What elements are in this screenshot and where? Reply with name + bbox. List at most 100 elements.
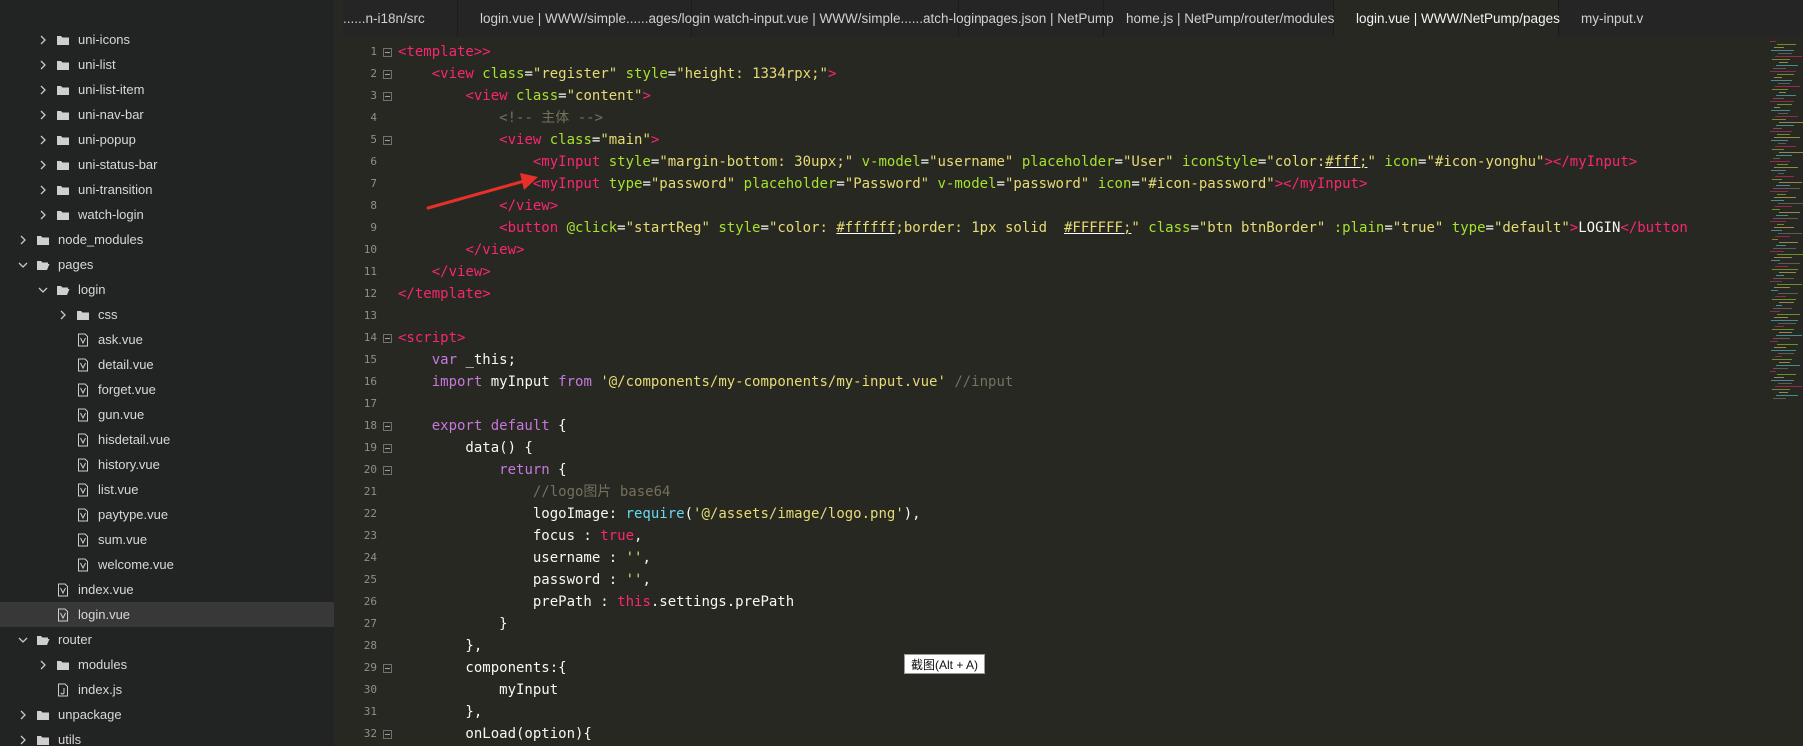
chevron-right-icon[interactable] — [38, 660, 48, 670]
fold-toggle-icon[interactable] — [383, 70, 392, 79]
screenshot-tooltip: 截图(Alt + A) — [904, 654, 986, 674]
sidebar-item-gun-vue[interactable]: gun.vue — [0, 402, 334, 427]
sidebar-item-uni-transition[interactable]: uni-transition — [0, 177, 334, 202]
chevron-right-icon[interactable] — [38, 110, 48, 120]
chevron-right-icon[interactable] — [38, 60, 48, 70]
sidebar-item-ask-vue[interactable]: ask.vue — [0, 327, 334, 352]
chevron-right-icon[interactable] — [38, 35, 48, 45]
code-editor[interactable]: <template>> <view class="register" style… — [398, 37, 1768, 746]
chevron-right-icon[interactable] — [58, 310, 68, 320]
code-line[interactable]: prePath : this.settings.prePath — [398, 591, 794, 613]
editor-tab[interactable]: my-input.v — [1559, 0, 1803, 37]
code-line[interactable]: </template> — [398, 283, 491, 305]
sidebar-item-uni-icons[interactable]: uni-icons — [0, 27, 334, 52]
sidebar-item-label: login.vue — [78, 607, 131, 622]
sidebar-item-css[interactable]: css — [0, 302, 334, 327]
code-line[interactable]: <view class="main"> — [398, 129, 659, 151]
chevron-right-icon[interactable] — [38, 210, 48, 220]
code-line[interactable]: <view class="register" style="height: 13… — [398, 63, 837, 85]
code-line[interactable]: export default { — [398, 415, 567, 437]
fold-toggle-icon[interactable] — [383, 92, 392, 101]
chevron-right-icon[interactable] — [18, 710, 28, 720]
sidebar-item-unpackage[interactable]: unpackage — [0, 702, 334, 727]
chevron-down-icon[interactable] — [38, 285, 48, 295]
sidebar-item-welcome-vue[interactable]: welcome.vue — [0, 552, 334, 577]
fold-toggle-icon[interactable] — [383, 136, 392, 145]
code-line[interactable]: var _this; — [398, 349, 516, 371]
sidebar-item-utils[interactable]: utils — [0, 727, 334, 746]
chevron-down-icon[interactable] — [18, 635, 28, 645]
sidebar-item-login-vue[interactable]: login.vue — [0, 602, 334, 627]
sidebar-item-router[interactable]: router — [0, 627, 334, 652]
code-line[interactable]: //logo图片 base64 — [398, 481, 671, 503]
code-line[interactable]: </view> — [398, 239, 524, 261]
fold-toggle-icon[interactable] — [383, 334, 392, 343]
code-line[interactable]: <view class="content"> — [398, 85, 650, 107]
code-line[interactable]: <button @click="startReg" style="color: … — [398, 217, 1688, 239]
fold-toggle-icon[interactable] — [383, 730, 392, 739]
code-line[interactable]: components:{ — [398, 657, 566, 679]
fold-toggle-icon[interactable] — [383, 466, 392, 475]
sidebar-item-modules[interactable]: modules — [0, 652, 334, 677]
code-line[interactable]: }, — [398, 701, 482, 723]
minimap-line — [1775, 356, 1782, 357]
sidebar-item-forget-vue[interactable]: forget.vue — [0, 377, 334, 402]
code-line[interactable]: }, — [398, 635, 482, 657]
sidebar-item-index-vue[interactable]: index.vue — [0, 577, 334, 602]
sidebar-item-uni-nav-bar[interactable]: uni-nav-bar — [0, 102, 334, 127]
editor-tab[interactable]: home.js | NetPump/router/modules — [1104, 0, 1334, 37]
chevron-right-icon[interactable] — [38, 85, 48, 95]
minimap-line — [1771, 230, 1782, 231]
code-line[interactable]: <myInput style="margin-bottom: 30upx;" v… — [398, 151, 1637, 173]
sidebar-item-pages[interactable]: pages — [0, 252, 334, 277]
code-line[interactable]: focus : true, — [398, 525, 643, 547]
editor-tab[interactable]: login.vue | WWW/NetPump/pages — [1334, 0, 1560, 37]
chevron-down-icon[interactable] — [18, 260, 28, 270]
code-line[interactable]: username : '', — [398, 547, 651, 569]
sidebar-item-history-vue[interactable]: history.vue — [0, 452, 334, 477]
minimap-line — [1779, 332, 1792, 333]
minimap[interactable] — [1768, 37, 1803, 746]
code-line[interactable]: return { — [398, 459, 566, 481]
editor-tab[interactable]: pages.json | NetPump — [959, 0, 1114, 37]
sidebar-item-watch-login[interactable]: watch-login — [0, 202, 334, 227]
code-line[interactable]: import myInput from '@/components/my-com… — [398, 371, 1014, 393]
fold-toggle-icon[interactable] — [383, 664, 392, 673]
code-line[interactable]: <script> — [398, 327, 465, 349]
sidebar-item-sum-vue[interactable]: sum.vue — [0, 527, 334, 552]
sidebar-item-hisdetail-vue[interactable]: hisdetail.vue — [0, 427, 334, 452]
sidebar-item-uni-status-bar[interactable]: uni-status-bar — [0, 152, 334, 177]
code-line[interactable]: } — [398, 613, 507, 635]
code-line[interactable]: data() { — [398, 437, 532, 459]
sidebar-item-node-modules[interactable]: node_modules — [0, 227, 334, 252]
code-line[interactable]: password : '', — [398, 569, 651, 591]
sidebar-item-index-js[interactable]: index.js — [0, 677, 334, 702]
code-line[interactable]: <!-- 主体 --> — [398, 107, 603, 129]
code-line[interactable]: <template>> — [398, 41, 491, 63]
sidebar-item-uni-list-item[interactable]: uni-list-item — [0, 77, 334, 102]
fold-toggle-icon[interactable] — [383, 422, 392, 431]
sidebar-item-login[interactable]: login — [0, 277, 334, 302]
fold-toggle-icon[interactable] — [383, 444, 392, 453]
chevron-right-icon[interactable] — [18, 235, 28, 245]
sidebar-item-uni-list[interactable]: uni-list — [0, 52, 334, 77]
sidebar-item-detail-vue[interactable]: detail.vue — [0, 352, 334, 377]
code-line[interactable]: logoImage: require('@/assets/image/logo.… — [398, 503, 921, 525]
sidebar-item-label: node_modules — [58, 232, 144, 247]
minimap-line — [1771, 350, 1796, 351]
code-line[interactable]: </view> — [398, 261, 491, 283]
sidebar-item-list-vue[interactable]: list.vue — [0, 477, 334, 502]
editor-tab[interactable]: ......n-i18n/src — [343, 0, 458, 37]
chevron-right-icon[interactable] — [18, 735, 28, 745]
chevron-right-icon[interactable] — [38, 160, 48, 170]
editor-tab[interactable]: login.vue | WWW/simple......ages/login — [458, 0, 710, 37]
vue-file-icon — [76, 358, 90, 372]
editor-tab[interactable]: watch-input.vue | WWW/simple......atch-l… — [692, 0, 982, 37]
fold-toggle-icon[interactable] — [383, 48, 392, 57]
sidebar-item-paytype-vue[interactable]: paytype.vue — [0, 502, 334, 527]
sidebar-item-uni-popup[interactable]: uni-popup — [0, 127, 334, 152]
code-line[interactable]: myInput — [398, 679, 558, 701]
chevron-right-icon[interactable] — [38, 135, 48, 145]
code-line[interactable]: onLoad(option){ — [398, 723, 591, 745]
chevron-right-icon[interactable] — [38, 185, 48, 195]
